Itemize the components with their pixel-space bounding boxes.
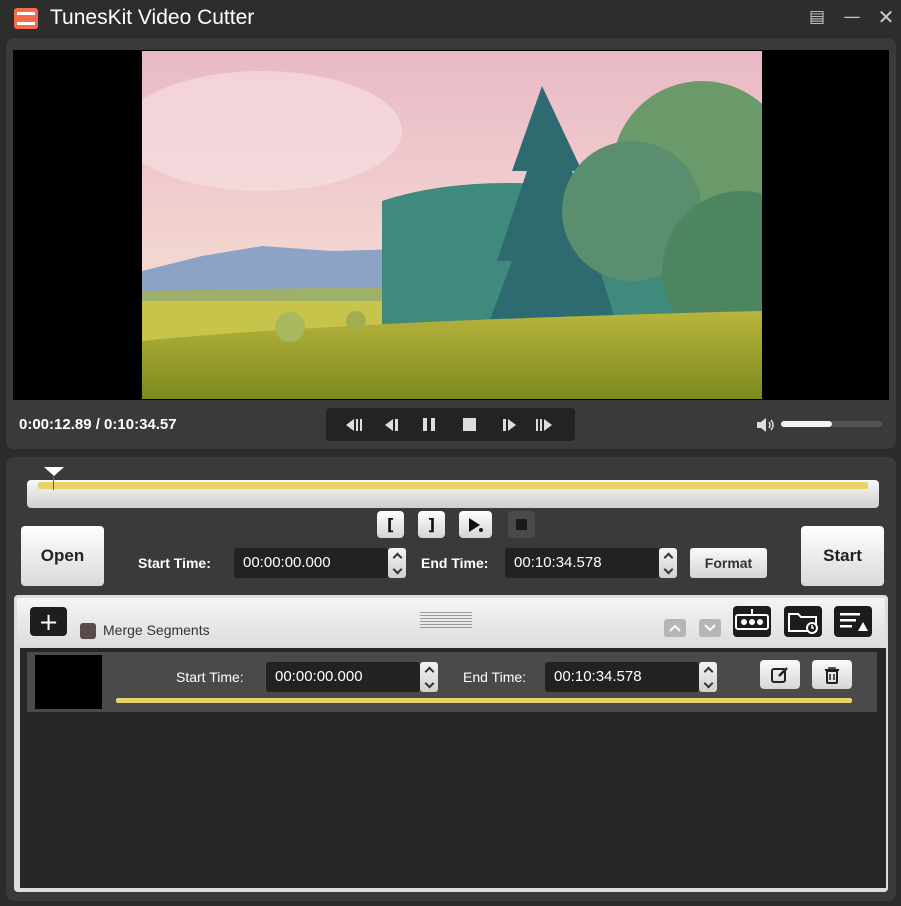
app-logo-icon xyxy=(14,8,38,29)
task-list-icon[interactable] xyxy=(834,606,872,637)
merge-segments-checkbox[interactable] xyxy=(80,623,96,639)
effects-editor-icon[interactable] xyxy=(733,606,771,637)
volume-level xyxy=(781,421,832,427)
timeline-selection xyxy=(38,482,868,489)
end-time-label: End Time: xyxy=(421,555,489,571)
merge-segments-label: Merge Segments xyxy=(103,622,210,638)
segment-thumbnail xyxy=(35,655,102,709)
time-readout: 0:00:12.89 / 0:10:34.57 xyxy=(19,416,177,433)
segment-end-label: End Time: xyxy=(463,669,527,685)
end-time-stepper[interactable] xyxy=(659,548,677,578)
open-button[interactable]: Open xyxy=(21,526,104,586)
previous-frame-icon[interactable] xyxy=(379,416,403,433)
move-up-icon[interactable] xyxy=(664,619,686,637)
end-time-input[interactable]: 00:10:34.578 xyxy=(505,548,659,578)
start-time-input[interactable]: 00:00:00.000 xyxy=(234,548,388,578)
start-button[interactable]: Start xyxy=(801,526,884,586)
close-icon[interactable]: ✕ xyxy=(873,6,899,28)
volume-icon[interactable] xyxy=(756,417,776,433)
delete-segment-icon[interactable] xyxy=(812,660,852,689)
transport-controls xyxy=(326,408,575,441)
segment-start-label: Start Time: xyxy=(176,669,244,685)
minimize-icon[interactable]: — xyxy=(839,6,865,28)
stop-preview-button[interactable] xyxy=(508,511,535,538)
start-time-stepper[interactable] xyxy=(388,548,406,578)
segment-end-input[interactable]: 00:10:34.578 xyxy=(545,662,699,692)
add-segment-button[interactable]: + xyxy=(30,607,67,636)
move-down-icon[interactable] xyxy=(699,619,721,637)
playhead-marker[interactable] xyxy=(44,467,64,476)
start-time-label: Start Time: xyxy=(138,555,211,571)
segment-end-stepper[interactable] xyxy=(699,662,717,692)
edit-segment-icon[interactable] xyxy=(760,660,800,689)
window-title: TunesKit Video Cutter xyxy=(50,6,255,29)
next-frame-icon[interactable] xyxy=(497,416,521,433)
jump-to-start-icon[interactable] xyxy=(342,416,366,433)
segment-start-input[interactable]: 00:00:00.000 xyxy=(266,662,420,692)
video-frame-image xyxy=(142,51,762,399)
set-end-marker-button[interactable]: ] xyxy=(418,511,445,538)
playhead-line xyxy=(53,476,54,490)
stop-icon[interactable] xyxy=(457,416,481,433)
pause-icon[interactable] xyxy=(417,416,441,433)
segment-start-stepper[interactable] xyxy=(420,662,438,692)
panel-resize-handle[interactable] xyxy=(420,612,472,632)
menu-icon[interactable]: ▤ xyxy=(804,6,830,28)
format-button[interactable]: Format xyxy=(690,548,767,578)
jump-to-end-icon[interactable] xyxy=(532,416,556,433)
output-folder-icon[interactable] xyxy=(784,606,822,637)
segment-range-bar xyxy=(116,698,852,703)
segment-row[interactable] xyxy=(27,652,877,712)
set-start-marker-button[interactable]: [ xyxy=(377,511,404,538)
play-segment-button[interactable] xyxy=(459,511,492,538)
